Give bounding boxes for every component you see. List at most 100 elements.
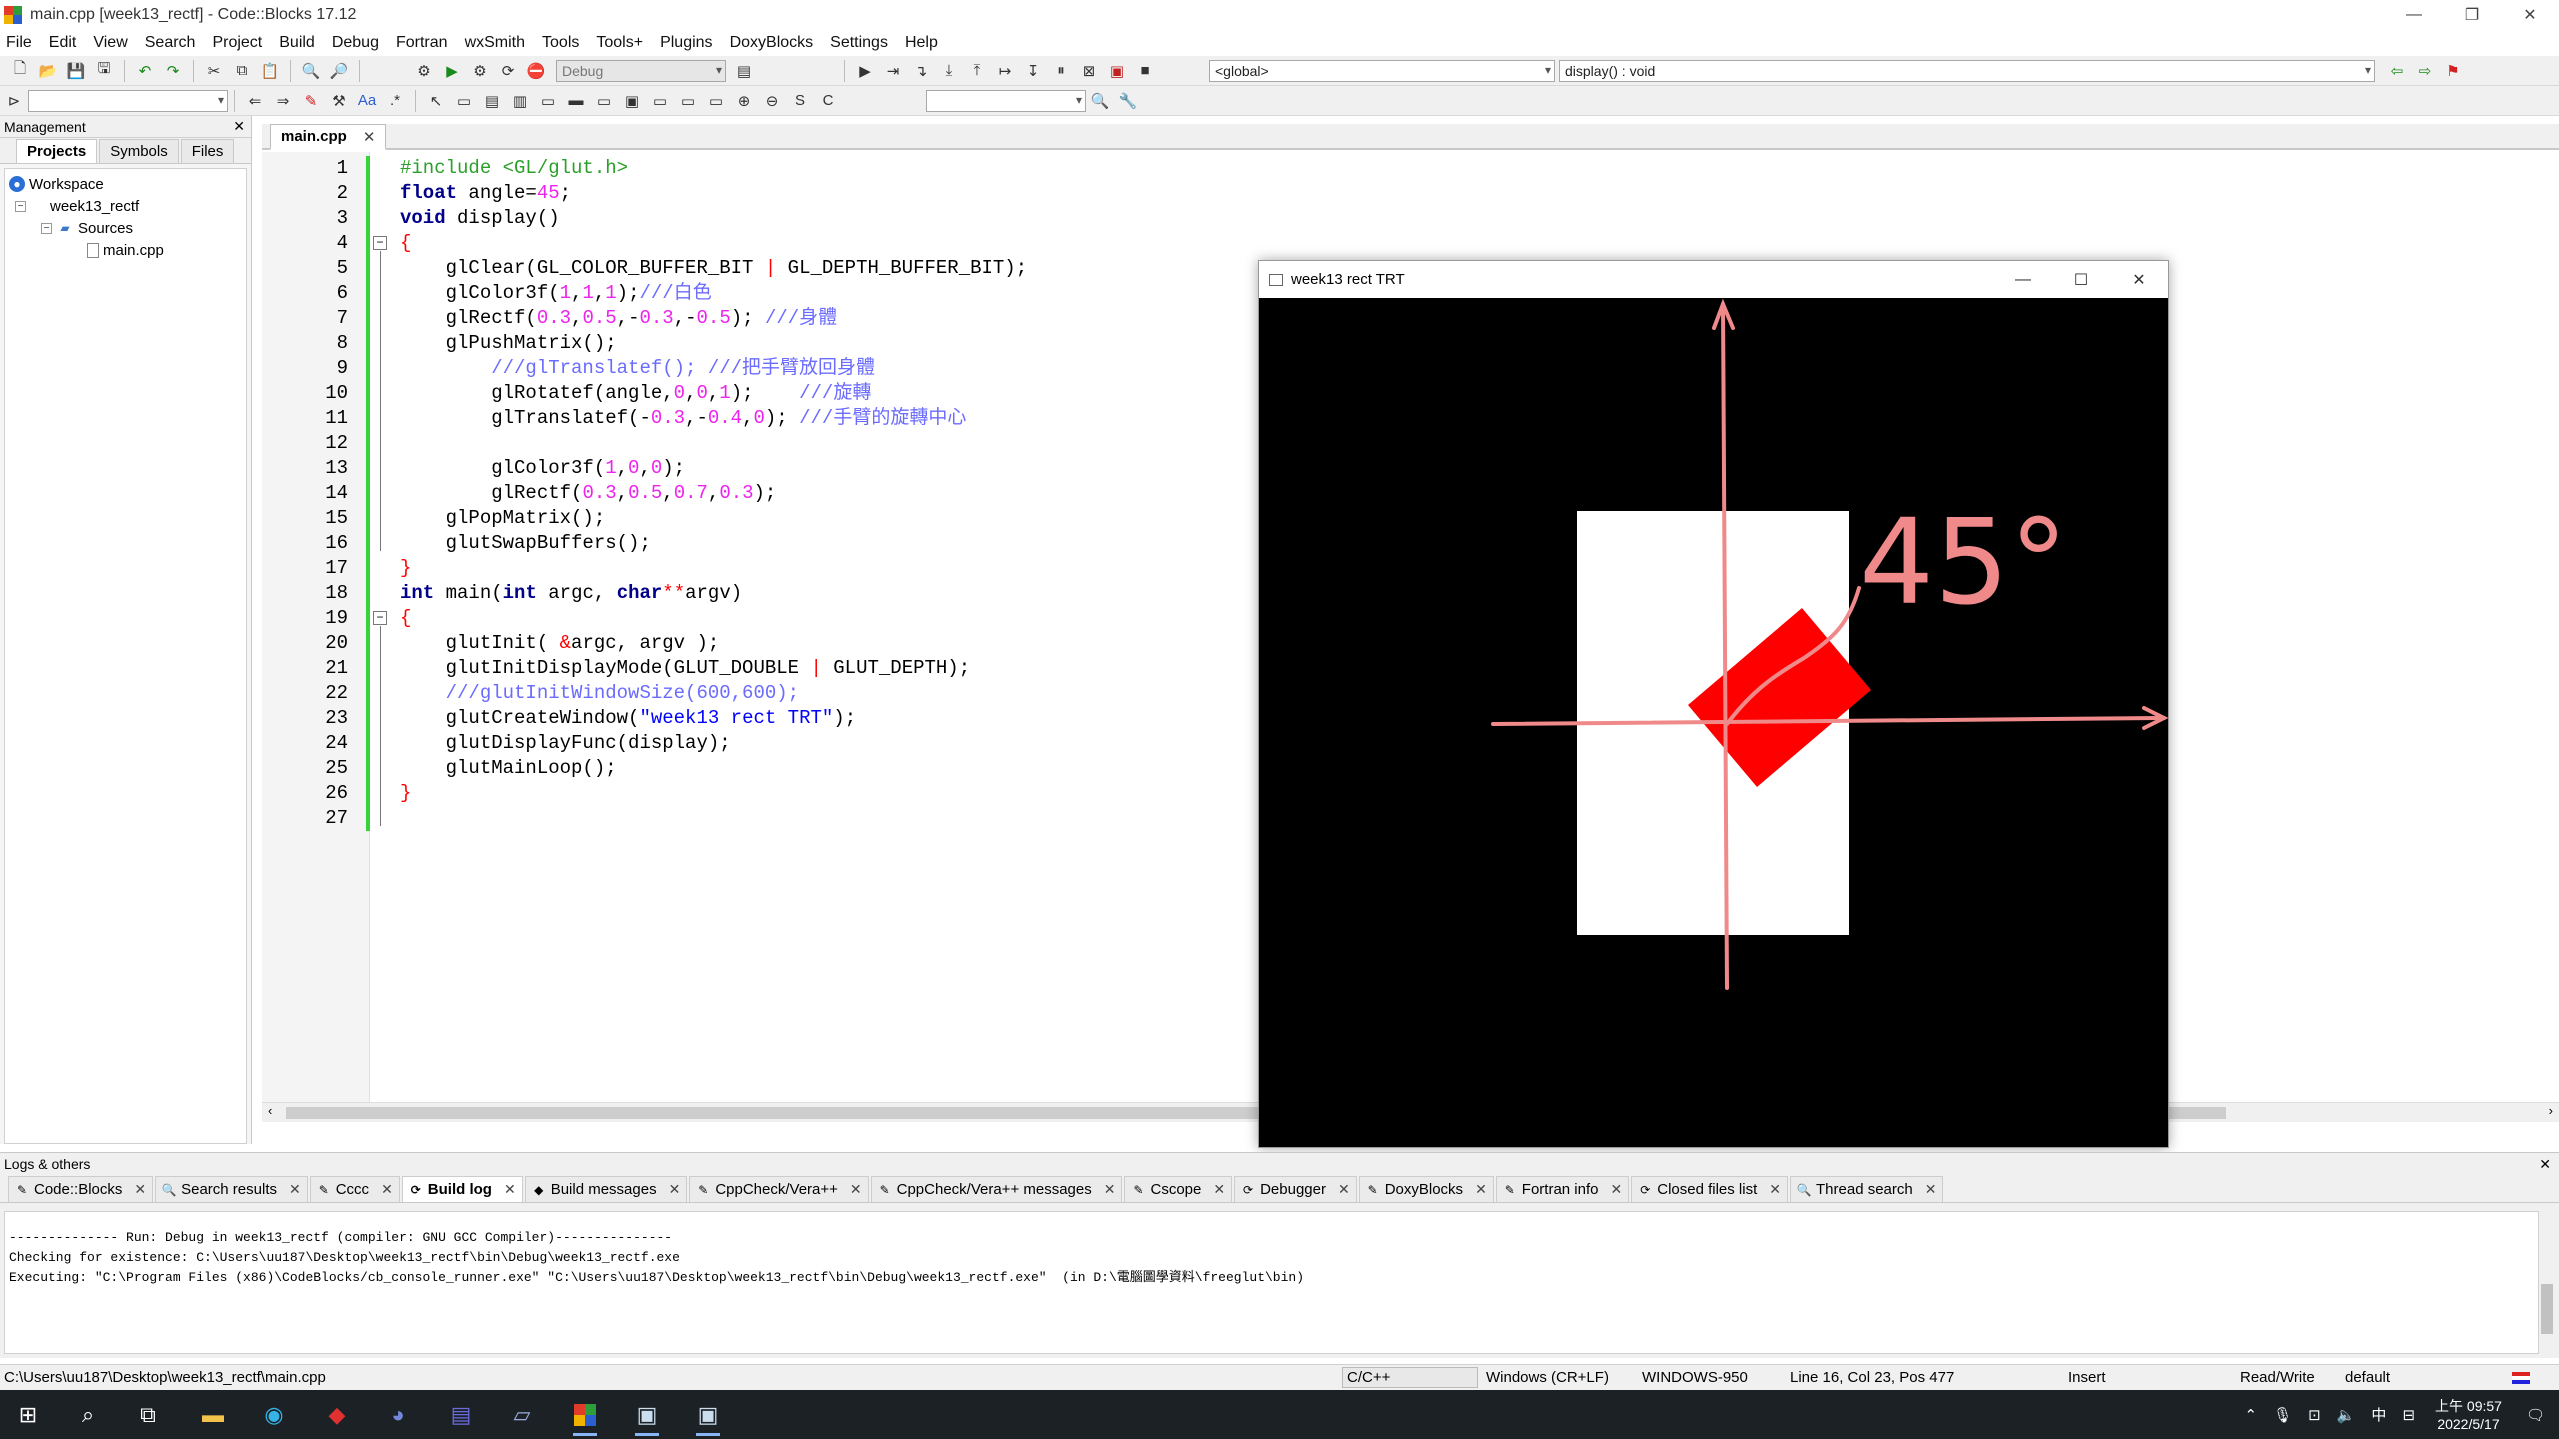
- menu-plugins[interactable]: Plugins: [660, 34, 712, 52]
- code-line[interactable]: glutInitDisplayMode(GLUT_DOUBLE | GLUT_D…: [400, 656, 1027, 681]
- collapse-icon[interactable]: −: [41, 222, 52, 234]
- code-line[interactable]: ///glTranslatef(); ///把手臂放回身體: [400, 356, 1027, 381]
- log-tab-doxyblocks[interactable]: ✎ DoxyBlocks ✕: [1358, 1176, 1494, 1202]
- edge-browser-icon[interactable]: ◉: [254, 1396, 294, 1434]
- console-app-icon[interactable]: ▣: [688, 1396, 728, 1436]
- menu-build[interactable]: Build: [279, 34, 315, 52]
- shape-rect3-icon[interactable]: ▭: [592, 90, 616, 112]
- menu-fortran[interactable]: Fortran: [396, 34, 448, 52]
- run-icon[interactable]: ▶: [440, 60, 464, 82]
- menu-file[interactable]: File: [6, 34, 32, 52]
- scope-select[interactable]: <global> ▾: [1209, 59, 1555, 82]
- code-line[interactable]: glutSwapBuffers();: [400, 531, 1027, 556]
- code-line[interactable]: glPushMatrix();: [400, 331, 1027, 356]
- collapse-icon[interactable]: −: [15, 200, 26, 212]
- insert-note-icon[interactable]: ▥: [508, 90, 532, 112]
- build-and-run-icon[interactable]: ⚙: [468, 60, 492, 82]
- log-tab-code-blocks[interactable]: ✎ Code::Blocks ✕: [8, 1176, 154, 1202]
- regex-icon[interactable]: .*: [383, 90, 407, 112]
- tab-symbols[interactable]: Symbols: [99, 139, 179, 163]
- code-line[interactable]: glColor3f(1,1,1);///白色: [400, 281, 1027, 306]
- menu-settings[interactable]: Settings: [830, 34, 888, 52]
- glut-maximize-button[interactable]: ☐: [2052, 261, 2110, 298]
- code-line[interactable]: {: [400, 606, 1027, 631]
- code-line[interactable]: #include <GL/glut.h>: [400, 156, 1027, 181]
- menu-tools-plus[interactable]: Tools+: [596, 34, 643, 52]
- scroll-left-icon[interactable]: ‹: [268, 1103, 272, 1118]
- tab-main-cpp[interactable]: main.cpp ✕: [270, 124, 387, 150]
- code-completion-icon[interactable]: ⊳: [2, 90, 26, 112]
- jump-back-icon[interactable]: ⇦: [2385, 60, 2409, 82]
- log-tab-fortran-info[interactable]: ✎ Fortran info ✕: [1495, 1176, 1630, 1202]
- log-tab-cscope[interactable]: ✎ Cscope ✕: [1124, 1176, 1233, 1202]
- search-icon[interactable]: ⌕: [68, 1396, 108, 1434]
- close-icon[interactable]: ✕: [289, 1181, 301, 1198]
- chevron-up-icon[interactable]: ⌃: [2245, 1406, 2258, 1424]
- code-line[interactable]: glClear(GL_COLOR_BUFFER_BIT | GL_DEPTH_B…: [400, 256, 1028, 281]
- c-icon[interactable]: C: [816, 90, 840, 112]
- microphone-icon[interactable]: 🎙: [2273, 1406, 2292, 1424]
- new-file-icon[interactable]: 🗋: [8, 60, 32, 82]
- jump-right-icon[interactable]: ⇒: [271, 90, 295, 112]
- fold-toggle-icon[interactable]: −: [373, 611, 387, 625]
- stop-debugger-icon[interactable]: ⊠: [1077, 60, 1101, 82]
- comment-block-icon[interactable]: ▭: [452, 90, 476, 112]
- menu-doxyblocks[interactable]: DoxyBlocks: [730, 34, 814, 52]
- log-tab-cccc[interactable]: ✎ Cccc ✕: [309, 1176, 400, 1202]
- shape-rect4-icon[interactable]: ▣: [620, 90, 644, 112]
- settings-wrench-icon[interactable]: 🔧: [1116, 90, 1140, 112]
- code-line[interactable]: glutDisplayFunc(display);: [400, 731, 1027, 756]
- undo-icon[interactable]: ↶: [133, 60, 157, 82]
- code-line[interactable]: glRotatef(angle,0,0,1); ///旋轉: [400, 381, 1027, 406]
- code-line[interactable]: glutMainLoop();: [400, 756, 1027, 781]
- redo-icon[interactable]: ↷: [161, 60, 185, 82]
- tab-files[interactable]: Files: [180, 139, 235, 163]
- glut-title-bar[interactable]: week13 rect TRT — ☐ ✕: [1259, 261, 2168, 298]
- zoom-out-icon[interactable]: ⊖: [760, 90, 784, 112]
- open-folder-icon[interactable]: 📂: [36, 60, 60, 82]
- code-line[interactable]: float angle=45;: [400, 181, 1027, 206]
- code-line[interactable]: glutInit( &argc, argv );: [400, 631, 1027, 656]
- code-line[interactable]: glColor3f(1,0,0);: [400, 456, 1027, 481]
- debug-info-icon[interactable]: ■: [1133, 60, 1157, 82]
- close-icon[interactable]: ✕: [1611, 1181, 1623, 1198]
- copy-icon[interactable]: ⧉: [230, 60, 254, 82]
- game-app-icon[interactable]: ◆: [317, 1396, 357, 1434]
- find-lens-icon[interactable]: 🔍: [1088, 90, 1112, 112]
- tree-project[interactable]: − week13_rectf: [5, 195, 246, 217]
- close-button[interactable]: ✕: [2501, 0, 2559, 30]
- glut-close-button[interactable]: ✕: [2110, 261, 2168, 298]
- symbol-search-select[interactable]: ▾: [28, 89, 228, 112]
- scrollbar-thumb[interactable]: [2541, 1284, 2553, 1334]
- close-icon[interactable]: ✕: [363, 128, 376, 146]
- teams-icon[interactable]: ▤: [441, 1396, 481, 1434]
- s-icon[interactable]: S: [788, 90, 812, 112]
- code-line[interactable]: glutCreateWindow("week13 rect TRT");: [400, 706, 1027, 731]
- clock[interactable]: 上午 09:57 2022/5/17: [2435, 1397, 2502, 1433]
- code-line[interactable]: glTranslatef(-0.3,-0.4,0); ///手臂的旋轉中心: [400, 406, 1027, 431]
- vertical-scrollbar[interactable]: [2539, 1211, 2555, 1354]
- jump-forward-icon[interactable]: ⇨: [2413, 60, 2437, 82]
- log-tab-build-messages[interactable]: ◆ Build messages ✕: [524, 1176, 688, 1202]
- code-line[interactable]: int main(int argc, char**argv): [400, 581, 1027, 606]
- code-line[interactable]: [400, 431, 1027, 456]
- build-target-select[interactable]: Debug ▾: [556, 59, 726, 82]
- menu-project[interactable]: Project: [212, 34, 262, 52]
- code-line[interactable]: ///glutInitWindowSize(600,600);: [400, 681, 1027, 706]
- log-tab-closed-files-list[interactable]: ⟳ Closed files list ✕: [1631, 1176, 1789, 1202]
- code-line[interactable]: glPopMatrix();: [400, 506, 1027, 531]
- close-icon[interactable]: ✕: [669, 1181, 681, 1198]
- log-tab-cppcheck-vera[interactable]: ✎ CppCheck/Vera++ ✕: [689, 1176, 869, 1202]
- code-line[interactable]: {: [400, 231, 1027, 256]
- close-icon[interactable]: ✕: [233, 118, 245, 135]
- menu-edit[interactable]: Edit: [49, 34, 77, 52]
- break-debugger-icon[interactable]: ⏸: [1049, 60, 1073, 82]
- match-case-icon[interactable]: Aa: [355, 90, 379, 112]
- function-select[interactable]: display() : void ▾: [1559, 59, 2375, 82]
- jump-left-icon[interactable]: ⇐: [243, 90, 267, 112]
- close-icon[interactable]: ✕: [850, 1181, 862, 1198]
- bookmark-icon[interactable]: ⚑: [2441, 60, 2465, 82]
- menu-tools[interactable]: Tools: [542, 34, 579, 52]
- step-into-icon[interactable]: ⤓: [937, 60, 961, 82]
- close-icon[interactable]: ✕: [381, 1181, 393, 1198]
